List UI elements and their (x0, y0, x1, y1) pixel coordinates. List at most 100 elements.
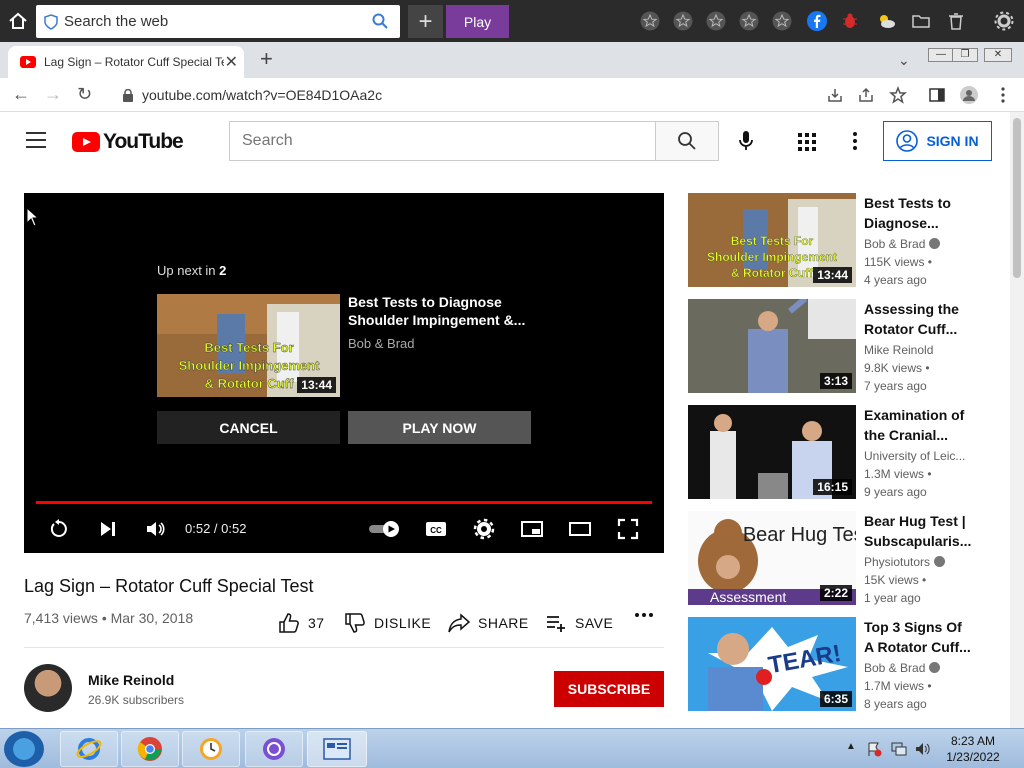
scrollbar-thumb[interactable] (1013, 118, 1021, 278)
clock-date: 1/23/2022 (946, 750, 1000, 764)
recommended-thumbnail[interactable]: Bear Hug Test Assessment 2:22 (688, 511, 856, 605)
back-icon[interactable]: ← (12, 84, 30, 105)
web-search-field[interactable]: Search the web (36, 5, 400, 38)
star-icon[interactable] (772, 11, 792, 31)
recommended-video[interactable]: TEAR! 6:35 Top 3 Signs Of A Rotator Cuff… (688, 617, 978, 713)
bug-icon[interactable] (840, 11, 860, 31)
miniplayer-icon[interactable] (521, 518, 543, 540)
settings-dots-icon[interactable] (852, 132, 858, 150)
apps-grid-icon[interactable] (798, 133, 816, 151)
browser-menu-icon[interactable] (994, 86, 1012, 104)
network-icon[interactable] (890, 741, 908, 757)
progress-bar[interactable] (36, 501, 652, 504)
channel-avatar[interactable] (24, 664, 72, 712)
youtube-search-box[interactable] (229, 121, 656, 161)
youtube-search-input[interactable] (242, 132, 642, 150)
taskbar-internet-explorer[interactable] (60, 731, 118, 767)
star-icon[interactable] (673, 11, 693, 31)
star-icon[interactable] (706, 11, 726, 31)
action-center-flag-icon[interactable] (866, 741, 882, 757)
add-button[interactable]: + (408, 5, 443, 38)
channel-name[interactable]: Mike Reinold (88, 672, 174, 688)
speaker-icon[interactable] (914, 741, 932, 757)
recommended-thumbnail[interactable]: Best Tests For Shoulder Impingement & Ro… (688, 193, 856, 287)
reload-icon[interactable]: ↻ (77, 84, 92, 105)
subscribe-button[interactable]: SUBSCRIBE (554, 671, 664, 707)
dislike-button[interactable]: DISLIKE (344, 612, 431, 634)
play-now-button[interactable]: PLAY NOW (348, 411, 531, 444)
recommended-video[interactable]: Bear Hug Test Assessment 2:22 Bear Hug T… (688, 511, 978, 607)
bookmark-star-icon[interactable] (889, 86, 907, 104)
youtube-logo[interactable]: YouTube (72, 130, 184, 154)
taskbar-active-window[interactable] (307, 731, 367, 767)
recommended-title[interactable]: Bear Hug Test | Subscapularis... (864, 511, 974, 551)
recommended-title[interactable]: Top 3 Signs Of A Rotator Cuff... (864, 617, 974, 657)
share-button[interactable]: SHARE (448, 612, 529, 634)
captions-icon[interactable]: CC (425, 518, 447, 540)
share-page-icon[interactable] (857, 86, 875, 104)
start-button[interactable] (4, 731, 44, 767)
lock-icon (123, 88, 133, 102)
video-player[interactable]: Up next in 2 Best Tests For Shoulder Imp… (24, 193, 664, 553)
play-button[interactable]: Play (446, 5, 509, 38)
weather-icon[interactable] (876, 11, 896, 31)
folder-icon[interactable] (911, 11, 931, 31)
autoplay-toggle[interactable] (368, 518, 402, 540)
share-arrow-icon (448, 613, 470, 633)
time-display: 0:52 / 0:52 (185, 521, 247, 536)
trash-icon[interactable] (946, 11, 966, 31)
taskbar-clock-app[interactable] (182, 731, 240, 767)
recommended-video[interactable]: 3:13 Assessing the Rotator Cuff... Mike … (688, 299, 978, 395)
new-tab-button[interactable]: + (260, 46, 273, 72)
close-window-button[interactable]: ✕ (984, 48, 1012, 62)
tab-youtube[interactable]: Lag Sign – Rotator Cuff Special Te ✕ (8, 46, 244, 78)
fullscreen-icon[interactable] (617, 518, 639, 540)
up-next-thumbnail[interactable]: Best Tests For Shoulder Impingement & Ro… (157, 294, 340, 397)
volume-icon[interactable] (144, 518, 166, 540)
recommended-title[interactable]: Examination of the Cranial... (864, 405, 974, 445)
restore-button[interactable]: ❐ (952, 48, 978, 62)
page-scrollbar[interactable] (1010, 112, 1024, 728)
recommended-views: 115K views • (864, 255, 933, 269)
side-panel-icon[interactable] (928, 86, 946, 104)
forward-icon[interactable]: → (44, 84, 62, 105)
install-icon[interactable] (826, 86, 844, 104)
video-duration: 13:44 (813, 267, 852, 283)
recommended-video[interactable]: Best Tests For Shoulder Impingement & Ro… (688, 193, 978, 289)
like-button[interactable]: 37 (278, 612, 325, 634)
taskbar-app[interactable] (245, 731, 303, 767)
sign-in-button[interactable]: SIGN IN (883, 121, 992, 161)
recommended-thumbnail[interactable]: TEAR! 6:35 (688, 617, 856, 711)
next-video-icon[interactable] (97, 518, 119, 540)
gear-icon[interactable] (994, 11, 1014, 31)
recommended-video[interactable]: 16:15 Examination of the Cranial... Univ… (688, 405, 978, 501)
recommended-title[interactable]: Best Tests to Diagnose... (864, 193, 974, 233)
facebook-icon[interactable] (807, 11, 827, 31)
theater-mode-icon[interactable] (569, 518, 591, 540)
home-icon[interactable] (8, 11, 28, 31)
star-icon[interactable] (640, 11, 660, 31)
taskbar-chrome[interactable] (121, 731, 179, 767)
replay-icon[interactable] (48, 518, 70, 540)
tab-search-chevron-icon[interactable]: ⌄ (898, 52, 910, 69)
recommended-thumbnail[interactable]: 16:15 (688, 405, 856, 499)
system-clock[interactable]: 8:23 AM 1/23/2022 (940, 733, 1006, 765)
youtube-search-button[interactable] (655, 121, 719, 161)
recommended-thumbnail[interactable]: 3:13 (688, 299, 856, 393)
minimize-button[interactable]: — (928, 48, 954, 62)
hamburger-menu-icon[interactable] (26, 132, 46, 148)
show-hidden-icons-icon[interactable]: ▲ (846, 741, 856, 752)
save-button[interactable]: SAVE (545, 612, 613, 634)
profile-icon[interactable] (960, 86, 978, 104)
recommended-channel: Bob & Brad (864, 661, 941, 675)
recommended-title[interactable]: Assessing the Rotator Cuff... (864, 299, 974, 339)
star-icon[interactable] (739, 11, 759, 31)
up-next-title[interactable]: Best Tests to Diagnose Shoulder Impingem… (348, 293, 528, 329)
close-tab-icon[interactable]: ✕ (225, 52, 238, 72)
more-actions-button[interactable] (635, 612, 653, 618)
search-icon[interactable] (372, 13, 388, 29)
microphone-icon[interactable] (736, 130, 756, 152)
url-bar[interactable]: youtube.com/watch?v=OE84D1OAa2c (108, 82, 920, 108)
settings-gear-icon[interactable] (473, 518, 495, 540)
cancel-autoplay-button[interactable]: CANCEL (157, 411, 340, 444)
